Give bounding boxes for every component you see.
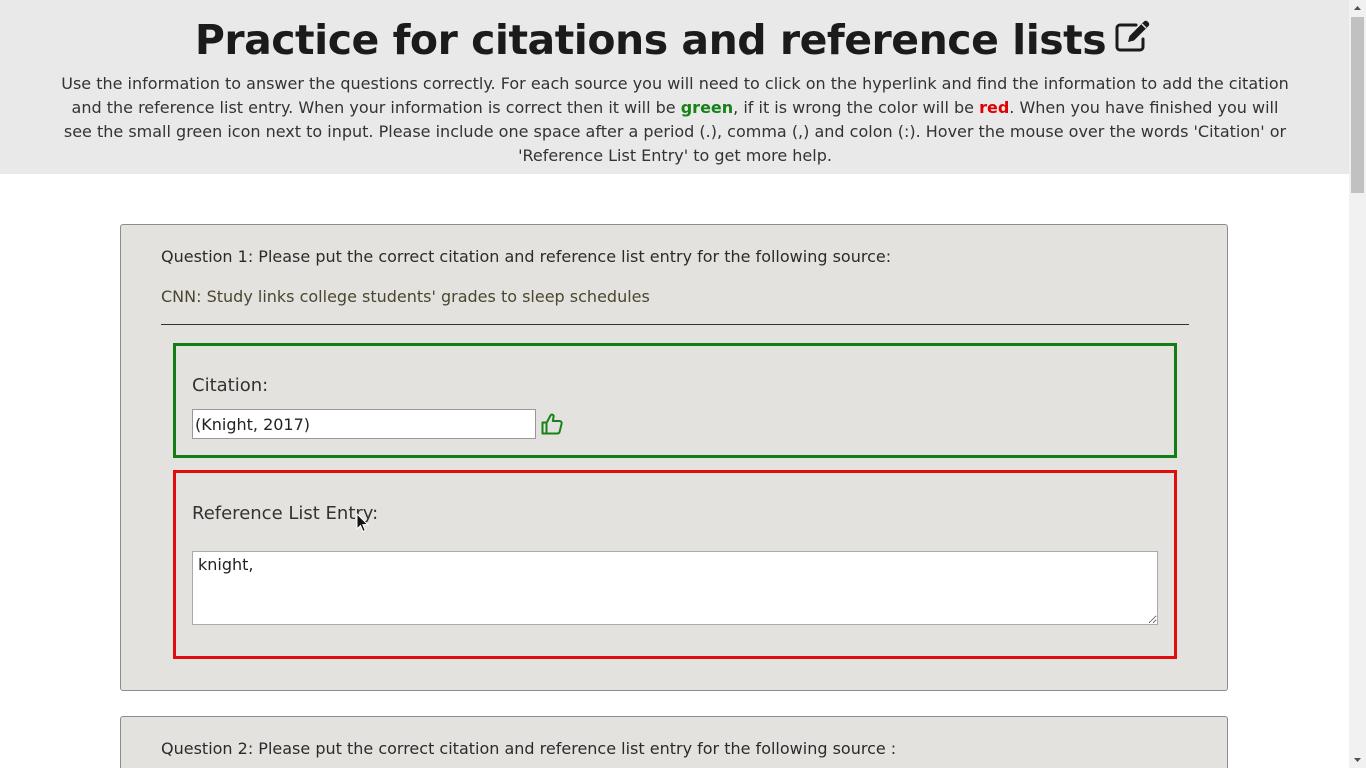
citation-box: Citation:	[173, 343, 1177, 458]
question-1-panel: Question 1: Please put the correct citat…	[120, 224, 1228, 691]
question-1-prompt: Question 1: Please put the correct citat…	[161, 247, 892, 266]
intro-green-word: green	[680, 98, 734, 117]
page-header: Practice for citations and reference lis…	[0, 0, 1349, 174]
reference-textarea[interactable]: knight,	[192, 551, 1158, 625]
page-title: Practice for citations and reference lis…	[0, 14, 1349, 66]
vertical-scrollbar[interactable]	[1349, 0, 1366, 768]
divider	[161, 324, 1189, 325]
page-title-text: Practice for citations and reference lis…	[194, 16, 1107, 64]
page: Practice for citations and reference lis…	[0, 0, 1349, 768]
scroll-up-arrow-icon[interactable]	[1349, 0, 1366, 17]
intro-text: Use the information to answer the questi…	[55, 72, 1295, 168]
reference-label[interactable]: Reference List Entry:	[192, 503, 378, 524]
scrollbar-thumb[interactable]	[1351, 17, 1364, 193]
question-1-source-link[interactable]: CNN: Study links college students' grade…	[161, 287, 650, 306]
citation-label[interactable]: Citation:	[192, 375, 268, 396]
citation-input[interactable]	[192, 409, 536, 439]
question-2-panel: Question 2: Please put the correct citat…	[120, 716, 1228, 768]
edit-icon	[1114, 13, 1154, 65]
question-2-prompt: Question 2: Please put the correct citat…	[161, 739, 897, 758]
intro-red-word: red	[979, 98, 1010, 117]
reference-box: Reference List Entry: knight,	[173, 470, 1177, 659]
thumbs-up-icon	[540, 412, 564, 440]
scroll-down-arrow-icon[interactable]	[1349, 751, 1366, 768]
intro-part2: , if it is wrong the color will be	[733, 98, 980, 117]
